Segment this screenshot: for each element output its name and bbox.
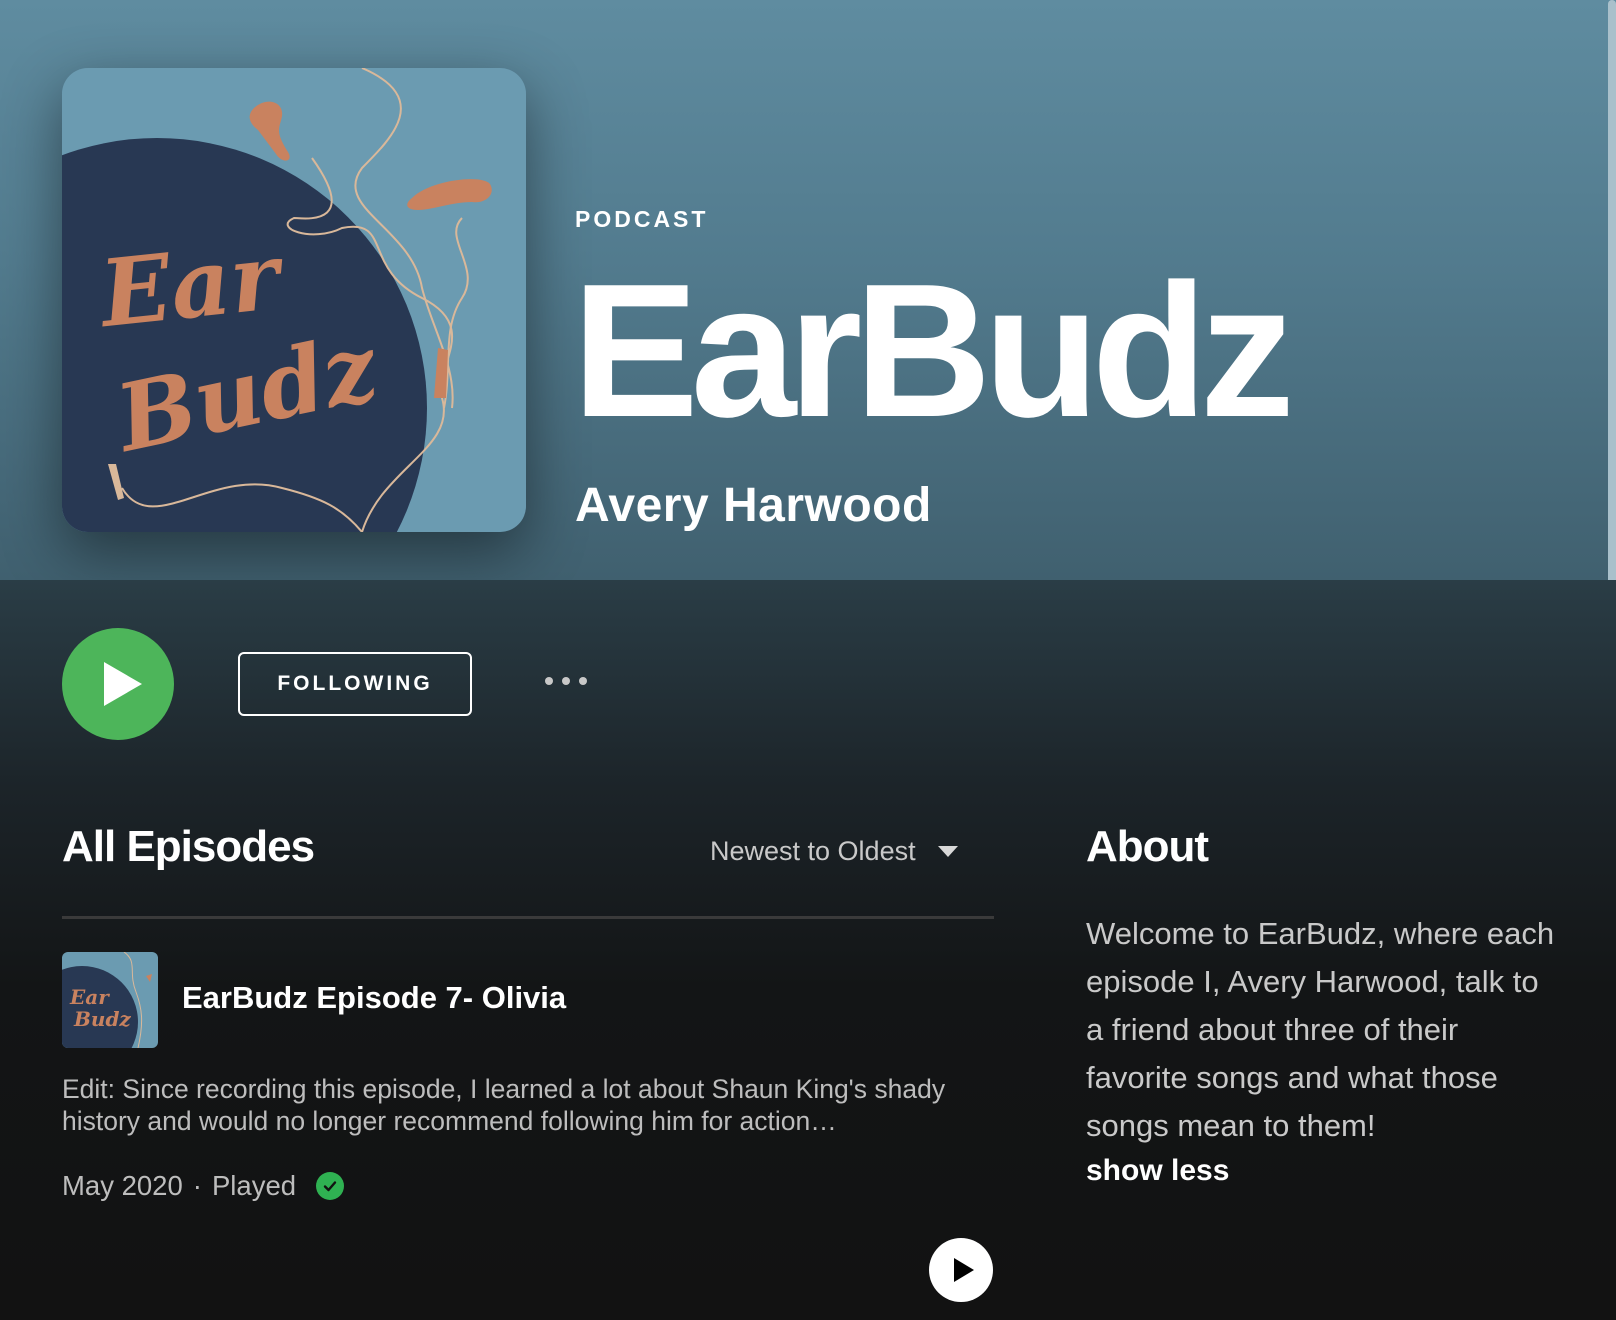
show-less-link[interactable]: show less — [1086, 1154, 1229, 1188]
dot — [562, 677, 570, 685]
episode-thumbnail[interactable]: Ear Budz — [62, 952, 158, 1048]
more-options-icon[interactable] — [536, 666, 596, 696]
dot — [545, 677, 553, 685]
podcast-title: EarBudz — [572, 245, 1295, 457]
episode-status: Played — [211, 1170, 297, 1201]
episode-title[interactable]: EarBudz Episode 7- Olivia — [182, 980, 566, 1016]
play-button[interactable] — [62, 628, 174, 740]
following-button[interactable]: FOLLOWING — [238, 652, 472, 716]
about-description: Welcome to EarBudz, where each episode I… — [1086, 916, 1555, 1143]
divider — [62, 916, 994, 919]
caret-down-icon — [937, 846, 958, 857]
sort-dropdown[interactable]: Newest to Oldest — [710, 836, 958, 867]
meta-separator: · — [192, 1170, 202, 1201]
sort-label: Newest to Oldest — [710, 836, 916, 866]
svg-text:Budz: Budz — [73, 1007, 131, 1031]
svg-text:Ear: Ear — [93, 221, 291, 348]
podcast-cover-art: Ear Budz — [62, 68, 526, 532]
dot — [579, 677, 587, 685]
all-episodes-heading: All Episodes — [62, 822, 315, 871]
played-check-icon — [316, 1172, 345, 1200]
about-heading: About — [1086, 822, 1209, 871]
episode-meta: May 2020 · Played — [62, 1170, 345, 1202]
content-type-label: PODCAST — [575, 206, 709, 232]
episode-play-button[interactable] — [929, 1238, 993, 1302]
podcast-page: Ear Budz PODCAST EarBudz Avery Harwood F… — [0, 0, 1616, 1320]
svg-text:Ear: Ear — [69, 985, 110, 1009]
podcast-author[interactable]: Avery Harwood — [575, 478, 932, 533]
episode-date: May 2020 — [62, 1170, 183, 1201]
episode-description: Edit: Since recording this episode, I le… — [62, 1074, 946, 1136]
scrollbar[interactable] — [1608, 0, 1616, 620]
